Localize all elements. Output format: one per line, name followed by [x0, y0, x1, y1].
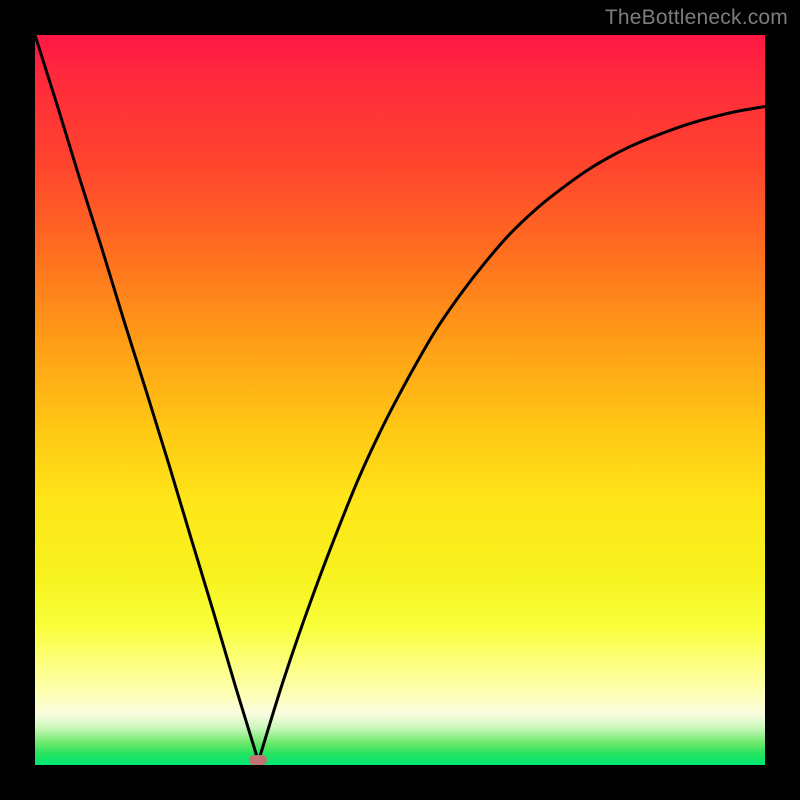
chart-frame: TheBottleneck.com	[0, 0, 800, 800]
gradient-plot-area	[35, 35, 765, 765]
curve-path	[35, 35, 765, 761]
watermark-text: TheBottleneck.com	[605, 6, 788, 30]
optimum-marker	[249, 755, 267, 765]
bottleneck-curve	[35, 35, 765, 765]
